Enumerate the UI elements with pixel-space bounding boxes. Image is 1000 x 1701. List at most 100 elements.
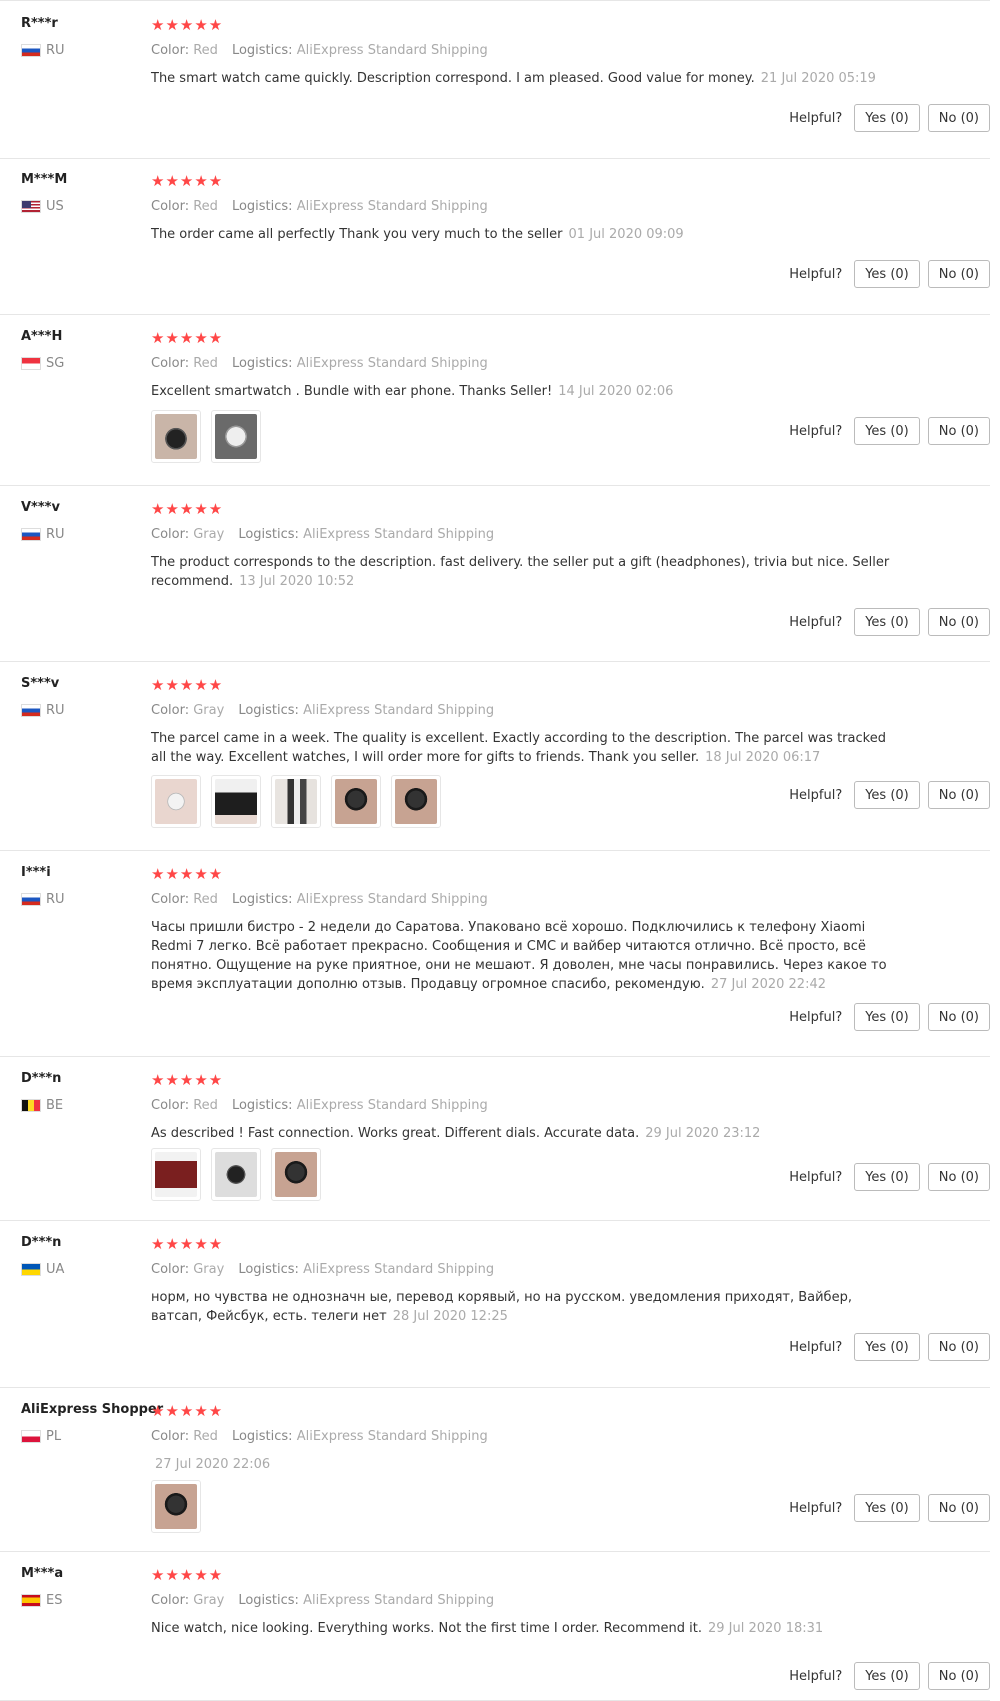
star-rating: ★★★★★: [151, 1071, 224, 1089]
logistics-label: Logistics:: [238, 1262, 299, 1277]
helpful-no-button[interactable]: No (0): [927, 1662, 990, 1690]
helpful-yes-button[interactable]: Yes (0): [854, 104, 920, 132]
reviewer-name: R***r: [21, 16, 58, 31]
color-value: Red: [193, 199, 218, 214]
color-label: Color:: [151, 527, 190, 542]
order-info: Color: Red Logistics: AliExpress Standard…: [151, 1429, 488, 1444]
helpful-controls: Helpful? Yes (0) No (0): [789, 1662, 990, 1690]
review-photo-thumbnail[interactable]: [151, 410, 201, 463]
helpful-no-button[interactable]: No (0): [927, 1494, 990, 1522]
helpful-controls: Helpful? Yes (0) No (0): [789, 1494, 990, 1522]
helpful-label: Helpful?: [789, 787, 843, 803]
color-label: Color:: [151, 1262, 190, 1277]
reviewer-name: A***H: [21, 329, 63, 344]
review-photo-image: [215, 779, 257, 824]
country-code: PL: [46, 1429, 62, 1444]
helpful-yes-button[interactable]: Yes (0): [854, 1333, 920, 1361]
helpful-controls: Helpful? Yes (0) No (0): [789, 417, 990, 445]
country-flag-icon: [21, 1099, 41, 1112]
review-photo-thumbnail[interactable]: [211, 410, 261, 463]
review-body: The smart watch came quickly. Descriptio…: [151, 71, 755, 86]
helpful-yes-button[interactable]: Yes (0): [854, 1163, 920, 1191]
reviewer-country: SG: [21, 356, 64, 371]
review-text: норм, но чувства не однозначн ые, перево…: [151, 1288, 891, 1326]
review-date: 01 Jul 2020 09:09: [568, 227, 684, 242]
country-flag-icon: [21, 1263, 41, 1276]
helpful-no-button[interactable]: No (0): [927, 1163, 990, 1191]
helpful-label: Helpful?: [789, 266, 843, 282]
review-text: 27 Jul 2020 22:06: [151, 1455, 891, 1474]
helpful-yes-button[interactable]: Yes (0): [854, 260, 920, 288]
country-flag-icon: [21, 528, 41, 541]
reviewer-country: ES: [21, 1593, 62, 1608]
order-info: Color: Gray Logistics: AliExpress Standar…: [151, 703, 494, 718]
review-photo-thumbnail[interactable]: [211, 1148, 261, 1201]
helpful-yes-button[interactable]: Yes (0): [854, 1494, 920, 1522]
review-photo-thumbnail[interactable]: [151, 775, 201, 828]
review-photo-thumbnail[interactable]: [151, 1480, 201, 1533]
order-info: Color: Gray Logistics: AliExpress Standar…: [151, 1593, 494, 1608]
helpful-controls: Helpful? Yes (0) No (0): [789, 1003, 990, 1031]
reviewer-country: BE: [21, 1098, 63, 1113]
order-info: Color: Red Logistics: AliExpress Standard…: [151, 43, 488, 58]
order-info: Color: Red Logistics: AliExpress Standard…: [151, 1098, 488, 1113]
reviewer-country: RU: [21, 43, 65, 58]
review-photo-thumbnail[interactable]: [211, 775, 261, 828]
reviewer-name: S***v: [21, 676, 60, 691]
helpful-yes-button[interactable]: Yes (0): [854, 417, 920, 445]
helpful-controls: Helpful? Yes (0) No (0): [789, 781, 990, 809]
helpful-no-button[interactable]: No (0): [927, 1003, 990, 1031]
helpful-controls: Helpful? Yes (0) No (0): [789, 608, 990, 636]
logistics-label: Logistics:: [238, 703, 299, 718]
country-code: RU: [46, 703, 65, 718]
review-photo-image: [335, 779, 377, 824]
country-flag-icon: [21, 357, 41, 370]
review-photo-thumbnail[interactable]: [271, 775, 321, 828]
helpful-yes-button[interactable]: Yes (0): [854, 608, 920, 636]
feedback-list: R***r RU ★★★★★ Color: Red Logistics: AliExpr…: [0, 0, 1000, 1701]
logistics-label: Logistics:: [231, 199, 293, 214]
helpful-label: Helpful?: [789, 1339, 843, 1355]
order-info: Color: Gray Logistics: AliExpress Standar…: [151, 527, 494, 542]
logistics-label: Logistics:: [231, 892, 293, 907]
country-flag-icon: [21, 893, 41, 906]
helpful-yes-button[interactable]: Yes (0): [854, 1662, 920, 1690]
review-text: Excellent smartwatch . Bundle with ear p…: [151, 382, 891, 401]
star-rating: ★★★★★: [151, 172, 224, 190]
review-text: The smart watch came quickly. Descriptio…: [151, 69, 891, 88]
color-label: Color:: [151, 892, 190, 907]
helpful-no-button[interactable]: No (0): [927, 417, 990, 445]
review-date: 14 Jul 2020 02:06: [558, 384, 674, 399]
review-item: D***n UA ★★★★★ Color: Gray Logistics: AliExp…: [0, 1220, 990, 1388]
review-photo-image: [275, 1152, 317, 1197]
helpful-yes-button[interactable]: Yes (0): [854, 781, 920, 809]
reviewer-country: RU: [21, 527, 65, 542]
helpful-no-button[interactable]: No (0): [927, 608, 990, 636]
star-rating: ★★★★★: [151, 1235, 224, 1253]
review-date: 21 Jul 2020 05:19: [760, 71, 876, 86]
helpful-no-button[interactable]: No (0): [927, 260, 990, 288]
reviewer-name: M***a: [21, 1566, 64, 1581]
helpful-label: Helpful?: [789, 423, 843, 439]
review-photo-thumbnail[interactable]: [391, 775, 441, 828]
helpful-no-button[interactable]: No (0): [927, 1333, 990, 1361]
helpful-no-button[interactable]: No (0): [927, 781, 990, 809]
review-photo-image: [215, 414, 257, 459]
review-date: 27 Jul 2020 22:42: [710, 977, 826, 992]
review-photo-thumbnail[interactable]: [271, 1148, 321, 1201]
helpful-no-button[interactable]: No (0): [927, 104, 990, 132]
helpful-controls: Helpful? Yes (0) No (0): [789, 1333, 990, 1361]
color-label: Color:: [151, 1429, 190, 1444]
review-photo-image: [155, 779, 197, 824]
review-text: Nice watch, nice looking. Everything wor…: [151, 1619, 891, 1638]
review-photo-thumbnail[interactable]: [151, 1148, 201, 1201]
review-photo-thumbnail[interactable]: [331, 775, 381, 828]
logistics-label: Logistics:: [238, 527, 299, 542]
logistics-value: AliExpress Standard Shipping: [296, 199, 488, 214]
review-photos: [151, 1480, 201, 1533]
color-value: Red: [193, 1098, 218, 1113]
color-label: Color:: [151, 199, 190, 214]
review-photos: [151, 1148, 321, 1201]
helpful-yes-button[interactable]: Yes (0): [854, 1003, 920, 1031]
review-photo-image: [155, 1152, 197, 1197]
